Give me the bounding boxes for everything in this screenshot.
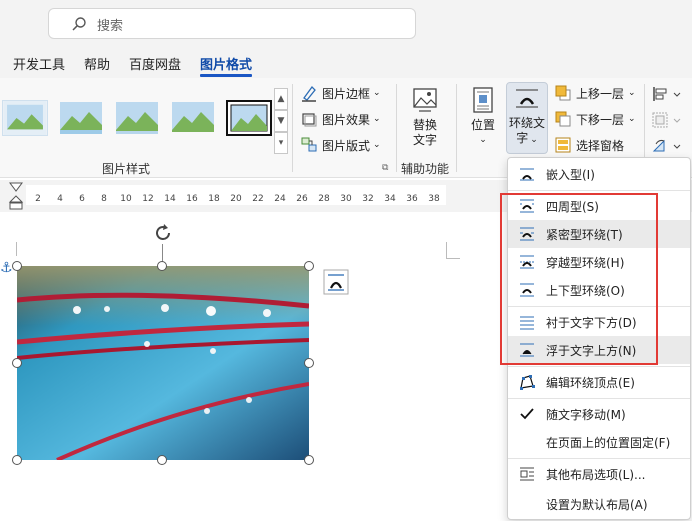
ruler-tick: 16 [186,194,198,204]
checkmark-icon [520,408,534,420]
alt-text-button[interactable]: 替换 文字 [404,86,446,148]
align-icon[interactable] [652,86,684,102]
style-thumb-2[interactable] [58,100,104,136]
ruler-tick: 14 [164,194,176,204]
group-label-accessibility: 辅助功能 [401,162,450,176]
ruler-tick: 12 [142,194,154,204]
more-layout-icon [520,467,534,481]
ruler-tick: 4 [57,194,63,204]
group-objects-icon[interactable] [652,112,684,128]
ruler-tick: 20 [230,194,242,204]
selected-picture[interactable] [17,266,309,460]
wrap-text-button[interactable]: 环绕文 字 ⌄ [506,82,548,154]
ruler-tick: 26 [296,194,308,204]
resize-handle-s[interactable] [157,455,167,465]
resize-handle-sw[interactable] [12,455,22,465]
rotate-icon[interactable] [652,138,684,154]
highlight-box [500,193,658,365]
position-icon [473,87,493,113]
ruler-tick: 28 [318,194,330,204]
tab-help[interactable]: 帮助 [84,54,110,73]
gallery-scroll-down[interactable]: ▼ [274,110,288,132]
menu-item-inline[interactable]: 嵌入型(I) [508,160,690,188]
ruler-tick: 2 [35,194,41,204]
title-bar: 搜索 [0,0,692,48]
divider [292,84,293,172]
search-box[interactable]: 搜索 [48,8,416,39]
bring-forward-icon [555,85,571,101]
anchor-icon[interactable]: ⚓ [0,260,13,276]
send-backward-button[interactable]: 下移一层 ⌄ [554,110,636,128]
position-button[interactable]: 位置 ⌄ [464,86,502,150]
alt-text-icon [413,88,437,112]
picture-border-button[interactable]: 图片边框 ⌄ [300,84,381,102]
resize-handle-se[interactable] [304,455,314,465]
ribbon-tabs: 开发工具 帮助 百度网盘 图片格式 [0,48,692,78]
send-backward-icon [555,111,571,127]
menu-item-move-with-text[interactable]: 随文字移动(M) [508,400,690,428]
margin-mark [16,242,17,256]
layout-options-icon[interactable] [323,269,349,295]
resize-handle-nw[interactable] [12,261,22,271]
ruler-tick: 34 [384,194,396,204]
tab-developer[interactable]: 开发工具 [13,54,65,73]
ruler-tick: 22 [252,194,264,204]
margin-mark [446,258,460,259]
menu-item-fix-position[interactable]: 在页面上的位置固定(F) [508,428,690,456]
picture-layout-button[interactable]: 图片版式 ⌄ [300,136,381,154]
menu-separator [508,366,690,367]
style-thumb-5[interactable] [226,100,272,136]
inline-wrap-icon [520,168,534,181]
ruler-tick: 38 [428,194,440,204]
search-placeholder: 搜索 [97,19,124,34]
resize-handle-n[interactable] [157,261,167,271]
menu-separator [508,458,690,459]
group-label-picture-styles: 图片样式 [102,162,151,176]
resize-handle-e[interactable] [304,358,314,368]
tab-baidu-netdisk[interactable]: 百度网盘 [129,54,181,73]
pen-border-icon [302,86,316,102]
menu-item-more-layout-options[interactable]: 其他布局选项(L)... [508,460,690,488]
ruler-tick: 6 [79,194,85,204]
tab-picture-format[interactable]: 图片格式 [200,54,253,77]
ruler-tick: 10 [120,194,132,204]
selection-pane-icon [555,137,571,153]
rotate-handle-icon[interactable] [152,222,174,244]
menu-separator [508,398,690,399]
ruler-tick: 24 [274,194,286,204]
selection-pane-button[interactable]: 选择窗格 [554,136,624,154]
style-thumb-4[interactable] [170,100,216,136]
style-thumb-1[interactable] [2,100,48,136]
ruler-tick: 32 [362,194,374,204]
ruler-tick: 36 [406,194,418,204]
menu-item-edit-wrap-points[interactable]: 编辑环绕顶点(E) [508,368,690,396]
wrap-text-icon [516,89,538,108]
gallery-more[interactable]: ▾ [274,132,288,154]
menu-separator [508,190,690,191]
ruler-strip: 2 4 6 8 10 12 14 16 18 20 22 24 26 28 30… [26,185,446,205]
edit-wrap-points-icon [520,375,535,390]
bring-forward-button[interactable]: 上移一层 ⌄ [554,84,636,102]
ruler-tick: 18 [208,194,220,204]
style-thumb-3[interactable] [114,100,160,136]
resize-handle-ne[interactable] [304,261,314,271]
menu-item-set-default-layout[interactable]: 设置为默认布局(A) [508,490,690,518]
divider [396,84,397,172]
ruler-tick: 30 [340,194,352,204]
search-icon [72,17,86,31]
divider [456,84,457,172]
gallery-scroll-up[interactable]: ▲ [274,88,288,110]
picture-layout-icon [301,137,317,152]
effects-icon [302,113,317,127]
indent-marker-icon[interactable] [8,182,24,210]
picture-effects-button[interactable]: 图片效果 ⌄ [300,110,381,128]
margin-mark [446,242,447,258]
ruler-tick: 8 [101,194,107,204]
dialog-launcher-icon[interactable]: ⧉ [382,163,388,173]
resize-handle-w[interactable] [12,358,22,368]
